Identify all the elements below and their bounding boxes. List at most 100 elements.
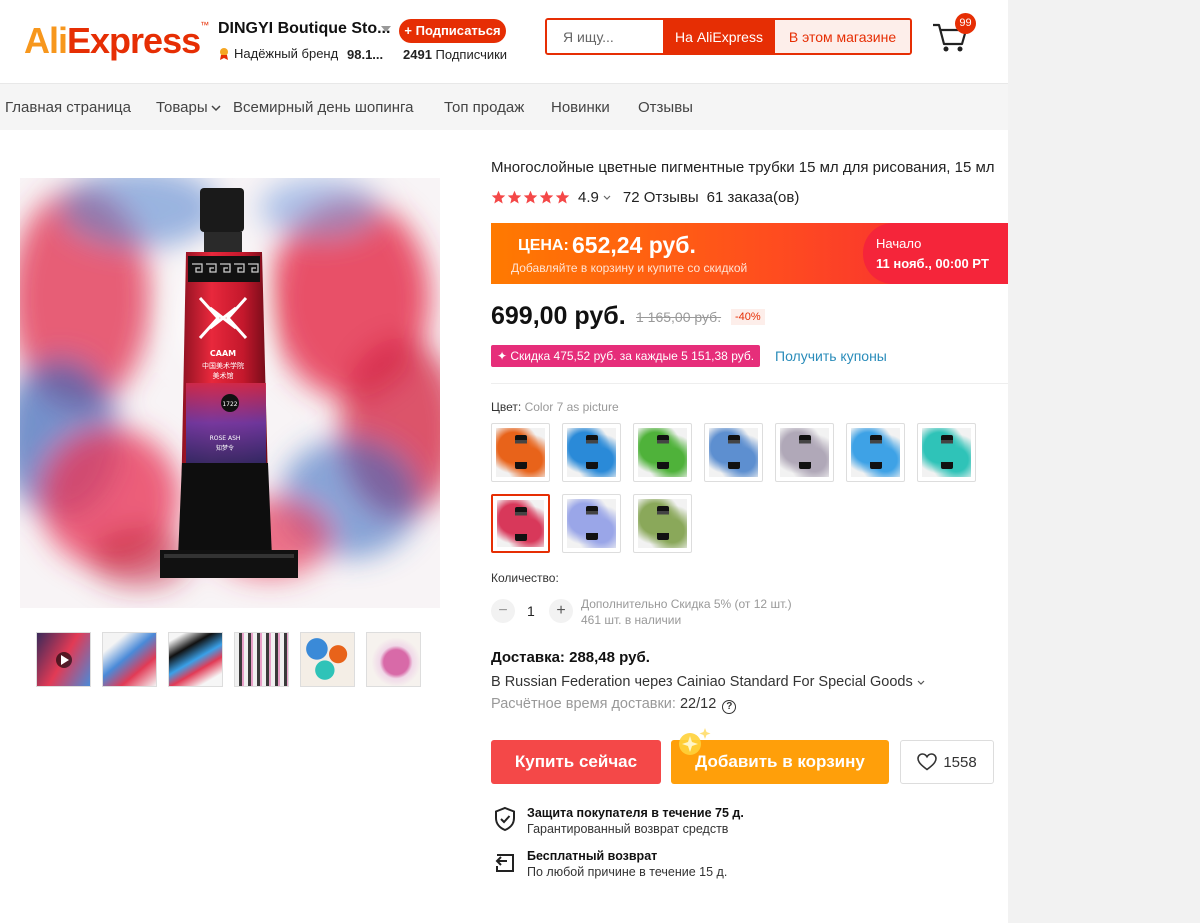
discount-badge: -40%: [731, 309, 765, 325]
tube-brand: CAAM: [210, 349, 236, 358]
color-swatch[interactable]: [562, 494, 621, 553]
swatch-image: [709, 428, 758, 477]
help-icon[interactable]: ?: [722, 700, 737, 714]
swatch-tube: [869, 434, 882, 469]
color-swatch[interactable]: [491, 423, 550, 482]
search-aliexpress-button[interactable]: На AliExpress: [663, 20, 775, 53]
search-input[interactable]: [547, 20, 663, 53]
swatch-image: [638, 499, 687, 548]
swatch-tube: [656, 434, 669, 469]
color-label-text: Цвет:: [491, 400, 522, 414]
color-swatch[interactable]: [917, 423, 976, 482]
protection-title: Защита покупателя в течение 75 д.: [527, 806, 744, 820]
chevron-down-icon[interactable]: [603, 195, 611, 201]
swatch-tube: [514, 434, 527, 469]
search-bar: На AliExpress В этом магазине: [545, 18, 912, 55]
sparkle-icon: [679, 728, 711, 755]
medal-icon: [220, 47, 228, 60]
thumbnail-image[interactable]: [234, 632, 289, 687]
bulk-discount-note: Дополнительно Скидка 5% (от 12 шт.): [581, 597, 792, 611]
thumbnail-image[interactable]: [300, 632, 355, 687]
quantity-decrease-button[interactable]: −: [491, 599, 515, 623]
rating-stars: [491, 190, 570, 205]
tube-cn-1: 中国美术学院: [202, 361, 244, 370]
wishlist-count: 1558: [943, 753, 977, 771]
tube-number: 1722: [222, 401, 237, 408]
subscribers: 2491 Подписчики: [403, 47, 507, 62]
buy-now-button[interactable]: Купить сейчас: [491, 740, 661, 784]
color-swatch[interactable]: [562, 423, 621, 482]
shipping-method[interactable]: В Russian Federation через Cainiao Stand…: [491, 674, 925, 690]
color-swatch[interactable]: [775, 423, 834, 482]
swatch-image: [851, 428, 900, 477]
subscribers-label: Подписчики: [435, 47, 508, 62]
quantity-value[interactable]: 1: [527, 603, 535, 619]
swatch-image: [567, 428, 616, 477]
color-swatch[interactable]: [491, 494, 550, 553]
thumbnail-video[interactable]: [36, 632, 91, 687]
star-icon: [507, 190, 522, 204]
color-value: Color 7 as picture: [524, 400, 619, 414]
get-coupons-link[interactable]: Получить купоны: [775, 348, 887, 364]
heart-icon: [917, 753, 938, 771]
thumbnail-image[interactable]: [102, 632, 157, 687]
thumbnail-image[interactable]: [366, 632, 421, 687]
swatch-tube: [585, 505, 598, 540]
promo-banner: ЦЕНА: 652,24 руб. Добавляйте в корзину и…: [491, 223, 1008, 284]
swatch-tube: [585, 434, 598, 469]
color-swatch[interactable]: [633, 494, 692, 553]
quantity-label: Количество:: [491, 571, 559, 585]
promo-subtitle: Добавляйте в корзину и купите со скидкой: [511, 261, 748, 275]
coupon-badge: ✦ Скидка 475,52 руб. за каждые 5 151,38 …: [491, 345, 761, 367]
old-price: 1 165,00 руб.: [636, 309, 722, 325]
rating-row: 4.9 72 Отзывы 61 заказа(ов): [491, 189, 799, 206]
background-margin: [1008, 0, 1200, 923]
swatch-image: [922, 428, 971, 477]
search-store-button[interactable]: В этом магазине: [775, 20, 910, 53]
swatch-tube: [798, 434, 811, 469]
quantity-increase-button[interactable]: +: [549, 599, 573, 623]
orders-count: 61 заказа(ов): [706, 189, 800, 206]
swatch-image: [567, 499, 616, 548]
tube-color-cn: 知梦令: [216, 444, 234, 452]
nav-top-sales[interactable]: Топ продаж: [444, 99, 524, 116]
delivery-estimate: Расчётное время доставки: 22/12?: [491, 696, 737, 714]
cart-count-badge: 99: [955, 13, 976, 34]
nav-products-label: Товары: [156, 99, 208, 116]
nav-world-shopping-day[interactable]: Всемирный день шопинга: [233, 99, 414, 116]
thumbnail-image[interactable]: [168, 632, 223, 687]
promo-price-label: ЦЕНА:: [518, 237, 569, 254]
chevron-down-icon: [211, 105, 221, 112]
swatch-image: [496, 428, 545, 477]
color-swatch[interactable]: [633, 423, 692, 482]
product-main-image[interactable]: CAAM 中国美术学院 美术馆 1722 ROSE ASH 知梦令: [20, 178, 440, 608]
nav-new[interactable]: Новинки: [551, 99, 610, 116]
swatch-image: [497, 500, 544, 547]
rating-value[interactable]: 4.9: [578, 189, 599, 206]
promo-start-panel: [863, 223, 1008, 284]
return-box-icon: [495, 854, 514, 872]
store-nav: Главная страница Товары Всемирный день ш…: [0, 84, 1008, 130]
subscribe-button[interactable]: + Подписаться: [399, 19, 506, 43]
brand-rating: 98.1...: [347, 47, 384, 62]
brand-badge: Надёжный бренд: [218, 46, 338, 61]
nav-products[interactable]: Товары: [156, 99, 221, 116]
aliexpress-logo[interactable]: AliExpress™: [24, 20, 209, 62]
swatch-tube: [727, 434, 740, 469]
nav-reviews[interactable]: Отзывы: [638, 99, 693, 116]
reviews-link[interactable]: 72 Отзывы: [623, 189, 699, 206]
store-name[interactable]: DINGYI Boutique Sto...: [218, 20, 390, 38]
swatch-image: [780, 428, 829, 477]
chevron-down-icon[interactable]: [381, 26, 391, 32]
star-icon: [539, 190, 554, 204]
star-icon: [491, 190, 506, 204]
nav-home[interactable]: Главная страница: [5, 99, 131, 116]
protection-subtitle: Гарантированный возврат средств: [527, 822, 729, 836]
color-swatch[interactable]: [846, 423, 905, 482]
play-icon: [56, 652, 72, 668]
tube-color-name: ROSE ASH: [210, 435, 241, 442]
star-icon: [523, 190, 538, 204]
wishlist-button[interactable]: 1558: [900, 740, 994, 784]
color-swatch[interactable]: [704, 423, 763, 482]
color-label: Цвет: Color 7 as picture: [491, 400, 619, 414]
